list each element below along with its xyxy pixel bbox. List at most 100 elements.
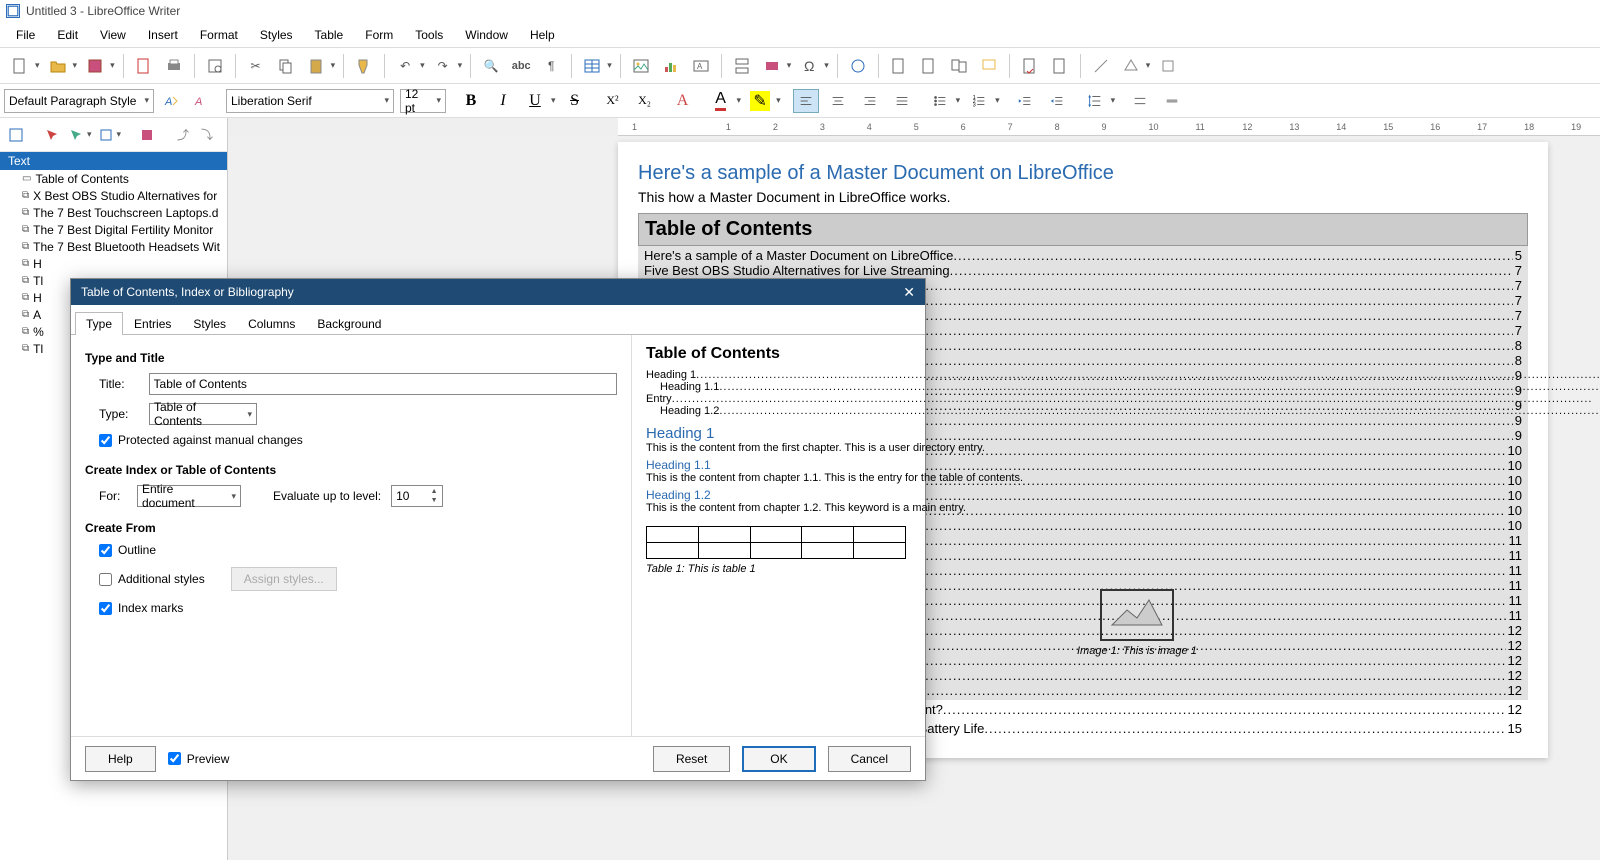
nav-item[interactable]: ⧉The 7 Best Bluetooth Headsets Wit bbox=[0, 238, 227, 255]
align-justify-icon[interactable] bbox=[889, 89, 915, 113]
caret-icon[interactable]: ▾ bbox=[1111, 95, 1116, 106]
indent-increase-icon[interactable] bbox=[1012, 89, 1038, 113]
outline-check[interactable] bbox=[99, 544, 112, 557]
field-icon[interactable] bbox=[760, 54, 784, 78]
menu-form[interactable]: Form bbox=[355, 24, 403, 46]
help-button[interactable]: Help bbox=[85, 746, 156, 772]
tab-styles[interactable]: Styles bbox=[182, 312, 237, 335]
caret-icon[interactable]: ▾ bbox=[35, 60, 40, 71]
type-select[interactable]: Table of Contents ▾ bbox=[149, 403, 257, 425]
menu-help[interactable]: Help bbox=[520, 24, 565, 46]
clear-format-icon[interactable]: A bbox=[670, 89, 696, 113]
line-icon[interactable] bbox=[1089, 54, 1113, 78]
preview-checkbox[interactable]: Preview bbox=[168, 752, 230, 766]
nav-edit-icon[interactable] bbox=[42, 125, 62, 145]
font-name-combo[interactable]: Liberation Serif ▾ bbox=[226, 89, 394, 113]
nav-item[interactable]: ⧉H bbox=[0, 255, 227, 272]
font-size-combo[interactable]: 12 pt ▾ bbox=[400, 89, 446, 113]
new-icon[interactable] bbox=[8, 54, 32, 78]
tab-type[interactable]: Type bbox=[75, 312, 123, 335]
caret-icon[interactable]: ▾ bbox=[737, 95, 742, 106]
for-select[interactable]: Entire document ▾ bbox=[137, 485, 241, 507]
nav-moveup-icon[interactable]: ⤴ bbox=[173, 125, 193, 145]
caret-icon[interactable]: ▾ bbox=[458, 60, 463, 71]
ok-button[interactable]: OK bbox=[742, 746, 815, 772]
protected-check[interactable] bbox=[99, 434, 112, 447]
nav-save-icon[interactable] bbox=[137, 125, 157, 145]
caret-icon[interactable]: ▾ bbox=[824, 60, 829, 71]
bookmark-icon[interactable] bbox=[917, 54, 941, 78]
protected-checkbox[interactable]: Protected against manual changes bbox=[99, 433, 617, 447]
export-pdf-icon[interactable] bbox=[132, 54, 156, 78]
bullet-list-icon[interactable] bbox=[927, 89, 953, 113]
redo-icon[interactable]: ↷ bbox=[431, 54, 455, 78]
caret-icon[interactable]: ▾ bbox=[1146, 60, 1151, 71]
title-input[interactable] bbox=[149, 373, 617, 395]
indent-decrease-icon[interactable] bbox=[1044, 89, 1070, 113]
strike-button[interactable]: S bbox=[562, 89, 588, 113]
copy-icon[interactable] bbox=[274, 54, 298, 78]
caret-icon[interactable]: ▾ bbox=[995, 95, 1000, 106]
paste-icon[interactable] bbox=[304, 54, 328, 78]
superscript-button[interactable]: X² bbox=[600, 89, 626, 113]
menu-edit[interactable]: Edit bbox=[47, 24, 88, 46]
page-break-icon[interactable] bbox=[730, 54, 754, 78]
nav-insert-icon[interactable] bbox=[96, 125, 116, 145]
menu-table[interactable]: Table bbox=[305, 24, 354, 46]
footnote-icon[interactable] bbox=[887, 54, 911, 78]
caret-icon[interactable]: ▾ bbox=[776, 95, 781, 106]
addstyles-check[interactable] bbox=[99, 573, 112, 586]
image-icon[interactable] bbox=[629, 54, 653, 78]
caret-icon[interactable]: ▾ bbox=[787, 60, 792, 71]
clone-format-icon[interactable] bbox=[352, 54, 376, 78]
eval-level-spinner[interactable]: 10 ▲▼ bbox=[391, 485, 443, 507]
formatting-marks-icon[interactable]: ¶ bbox=[539, 54, 563, 78]
close-icon[interactable]: ✕ bbox=[903, 284, 915, 301]
horizontal-ruler[interactable]: 112345678910111213141516171819 bbox=[618, 118, 1600, 136]
subscript-button[interactable]: X₂ bbox=[632, 89, 658, 113]
indexmarks-check[interactable] bbox=[99, 602, 112, 615]
align-left-icon[interactable] bbox=[793, 89, 819, 113]
undo-icon[interactable]: ↶ bbox=[393, 54, 417, 78]
shapes-icon[interactable] bbox=[1119, 54, 1143, 78]
caret-icon[interactable]: ▾ bbox=[110, 60, 115, 71]
bold-button[interactable]: B bbox=[458, 89, 484, 113]
caret-icon[interactable]: ▾ bbox=[420, 60, 425, 71]
italic-button[interactable]: I bbox=[490, 89, 516, 113]
reset-button[interactable]: Reset bbox=[653, 746, 730, 772]
nav-update-icon[interactable] bbox=[66, 125, 86, 145]
caret-icon[interactable]: ▾ bbox=[73, 60, 78, 71]
line-spacing-icon[interactable] bbox=[1082, 89, 1108, 113]
menu-tools[interactable]: Tools bbox=[405, 24, 453, 46]
spinner-arrows[interactable]: ▲▼ bbox=[428, 487, 440, 505]
caret-icon[interactable]: ▾ bbox=[551, 95, 556, 106]
nav-item[interactable]: ▭Table of Contents bbox=[0, 170, 227, 187]
open-icon[interactable] bbox=[46, 54, 70, 78]
underline-button[interactable]: U bbox=[522, 89, 548, 113]
font-color-icon[interactable]: A bbox=[708, 89, 734, 113]
menu-styles[interactable]: Styles bbox=[250, 24, 303, 46]
cross-ref-icon[interactable] bbox=[947, 54, 971, 78]
track-changes2-icon[interactable] bbox=[1048, 54, 1072, 78]
menu-format[interactable]: Format bbox=[190, 24, 248, 46]
cancel-button[interactable]: Cancel bbox=[828, 746, 911, 772]
preview-check[interactable] bbox=[168, 752, 181, 765]
new-style-icon[interactable]: A bbox=[190, 89, 214, 113]
update-style-icon[interactable]: A bbox=[160, 89, 184, 113]
tab-entries[interactable]: Entries bbox=[123, 312, 182, 335]
save-icon[interactable] bbox=[83, 54, 107, 78]
tab-background[interactable]: Background bbox=[306, 312, 392, 335]
caret-icon[interactable]: ▾ bbox=[956, 95, 961, 106]
caret-icon[interactable]: ▾ bbox=[117, 129, 122, 140]
chart-icon[interactable] bbox=[659, 54, 683, 78]
hyperlink-icon[interactable] bbox=[846, 54, 870, 78]
caret-icon[interactable]: ▾ bbox=[607, 60, 612, 71]
print-preview-icon[interactable] bbox=[203, 54, 227, 78]
print-icon[interactable] bbox=[162, 54, 186, 78]
number-list-icon[interactable]: 123 bbox=[966, 89, 992, 113]
nav-item[interactable]: ⧉X Best OBS Studio Alternatives for bbox=[0, 187, 227, 204]
nav-movedown-icon[interactable]: ⤵ bbox=[197, 125, 217, 145]
nav-item[interactable]: ⧉The 7 Best Touchscreen Laptops.d bbox=[0, 204, 227, 221]
menu-view[interactable]: View bbox=[90, 24, 136, 46]
para-spacing-inc-icon[interactable] bbox=[1127, 89, 1153, 113]
